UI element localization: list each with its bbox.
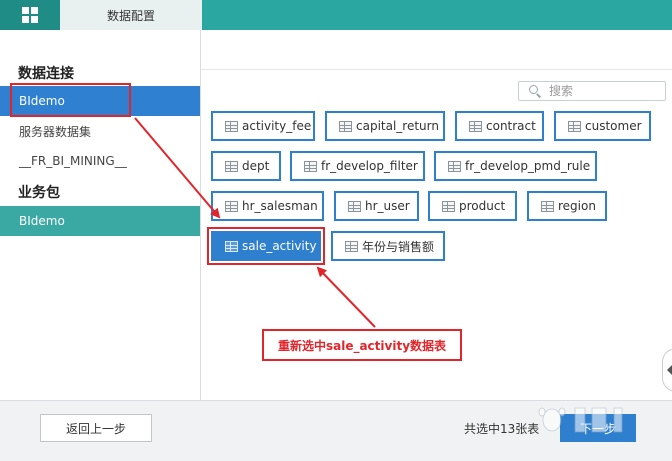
- table-button-contract[interactable]: contract: [455, 111, 544, 141]
- table-button-year-sales[interactable]: 年份与销售额: [331, 231, 445, 261]
- table-button-dept[interactable]: dept: [211, 151, 281, 181]
- table-label: sale_activity: [242, 239, 317, 253]
- table-button-capital-return[interactable]: capital_return: [325, 111, 445, 141]
- table-button-fr-develop-filter[interactable]: fr_develop_filter: [290, 151, 425, 181]
- table-label: capital_return: [356, 119, 439, 133]
- arrow-from-callout: [316, 266, 376, 328]
- sidebar-item-package-bidemo[interactable]: BIdemo: [0, 206, 200, 236]
- back-button[interactable]: 返回上一步: [40, 414, 152, 442]
- table-icon: [304, 160, 317, 172]
- table-label: dept: [242, 159, 270, 173]
- sidebar-item-server-dataset[interactable]: 服务器数据集: [0, 116, 200, 146]
- table-icon: [345, 240, 358, 252]
- footer-bar: 返回上一步 共选中13张表 下一步: [0, 400, 672, 461]
- table-button-hr-salesman[interactable]: hr_salesman: [211, 191, 324, 221]
- sidebar-item-label: BIdemo: [19, 94, 65, 108]
- search-input[interactable]: [549, 84, 659, 98]
- section-title-data-connection: 数据连接: [18, 66, 74, 82]
- next-button[interactable]: 下一步: [560, 414, 636, 442]
- selected-count-text: 共选中13张表: [464, 422, 540, 436]
- table-icon: [442, 200, 455, 212]
- table-label: customer: [585, 119, 642, 133]
- app-menu-button[interactable]: [0, 0, 60, 30]
- table-icon: [469, 120, 482, 132]
- sidebar-item-label: 服务器数据集: [19, 124, 92, 139]
- table-icon: [225, 200, 238, 212]
- search-icon: [529, 85, 542, 98]
- table-label: product: [459, 199, 506, 213]
- search-box[interactable]: [518, 81, 666, 101]
- tab-data-config[interactable]: 数据配置: [60, 0, 202, 30]
- table-icon: [339, 120, 352, 132]
- collapse-handle[interactable]: [662, 348, 672, 392]
- table-button-sale-activity[interactable]: sale_activity: [211, 231, 321, 261]
- table-label: hr_salesman: [242, 199, 318, 213]
- annotation-callout: 重新选中sale_activity数据表: [262, 329, 462, 361]
- sidebar-item-label: BIdemo: [19, 214, 65, 228]
- table-icon: [225, 120, 238, 132]
- section-title-business-package: 业务包: [18, 185, 60, 201]
- sidebar-item-label: __FR_BI_MINING__: [19, 154, 127, 168]
- top-bar: 数据配置: [0, 0, 672, 30]
- table-icon: [448, 160, 461, 172]
- table-icon: [541, 200, 554, 212]
- grid-icon: [22, 7, 38, 23]
- table-label: region: [558, 199, 596, 213]
- table-label: 年份与销售额: [362, 239, 435, 254]
- table-icon: [348, 200, 361, 212]
- table-button-product[interactable]: product: [428, 191, 517, 221]
- sidebar-item-connection-bidemo[interactable]: BIdemo: [0, 86, 200, 116]
- table-button-fr-develop-pmd-rule[interactable]: fr_develop_pmd_rule: [434, 151, 597, 181]
- table-label: fr_develop_pmd_rule: [465, 159, 591, 173]
- table-icon: [225, 160, 238, 172]
- table-button-hr-user[interactable]: hr_user: [334, 191, 419, 221]
- table-label: activity_fee: [242, 119, 312, 133]
- content-divider: [201, 69, 672, 70]
- table-button-region[interactable]: region: [527, 191, 607, 221]
- table-button-activity-fee[interactable]: activity_fee: [211, 111, 315, 141]
- table-icon: [568, 120, 581, 132]
- table-label: hr_user: [365, 199, 410, 213]
- sidebar: 数据连接 BIdemo 服务器数据集 __FR_BI_MINING__ 业务包 …: [0, 30, 201, 400]
- table-icon: [225, 240, 238, 252]
- table-label: contract: [486, 119, 536, 133]
- sidebar-item-fr-bi-mining[interactable]: __FR_BI_MINING__: [0, 146, 200, 176]
- table-label: fr_develop_filter: [321, 159, 418, 173]
- table-button-customer[interactable]: customer: [554, 111, 651, 141]
